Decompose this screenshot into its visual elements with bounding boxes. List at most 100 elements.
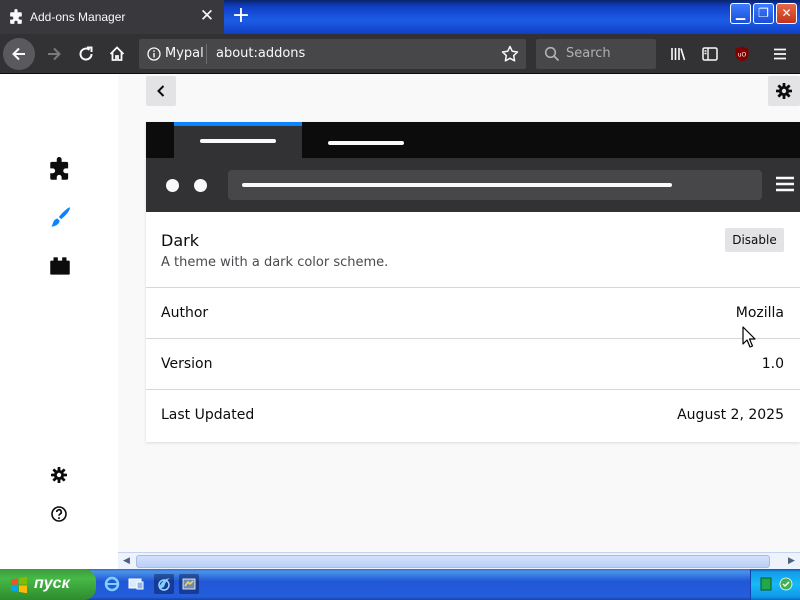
- star-icon[interactable]: [500, 44, 520, 64]
- forward-button[interactable]: [38, 38, 70, 70]
- detail-label: Last Updated: [161, 407, 255, 423]
- home-icon: [109, 46, 125, 61]
- scrollbar-thumb[interactable]: [136, 555, 770, 568]
- scroll-right-button[interactable]: ▶: [784, 554, 799, 569]
- tab-addons-manager[interactable]: Add-ons Manager ✕: [0, 0, 224, 34]
- url-bar[interactable]: Mypal about:addons: [139, 39, 526, 69]
- plus-icon: +: [231, 3, 251, 28]
- detail-row-version: Version 1.0: [146, 339, 800, 390]
- url-text[interactable]: about:addons: [216, 46, 305, 61]
- minimize-button[interactable]: ▁: [730, 3, 751, 24]
- preview-url-line: [242, 183, 672, 187]
- search-bar[interactable]: [536, 39, 656, 69]
- puzzle-icon: [50, 157, 69, 180]
- tray-network-icon[interactable]: [779, 577, 793, 591]
- library-icon: [671, 48, 686, 61]
- help-button[interactable]: [48, 503, 70, 525]
- category-plugins[interactable]: [46, 252, 74, 280]
- home-button[interactable]: [101, 38, 133, 70]
- addon-detail-view: Dark A theme with a dark color scheme. D…: [118, 74, 800, 552]
- quicklaunch-ie[interactable]: [102, 574, 122, 594]
- menu-button[interactable]: [768, 42, 792, 66]
- hamburger-icon: [776, 176, 794, 192]
- addon-description: A theme with a dark color scheme.: [161, 255, 389, 270]
- preview-tab-line: [200, 139, 276, 143]
- preview-tab-line: [328, 141, 404, 145]
- search-icon: [544, 46, 560, 62]
- puzzle-icon: [10, 9, 22, 24]
- ie-icon: [104, 576, 120, 592]
- info-icon[interactable]: [147, 47, 161, 61]
- restore-icon: ❐: [758, 6, 769, 20]
- ublock-icon: uO: [735, 46, 749, 62]
- ublock-button[interactable]: uO: [730, 42, 754, 66]
- windows-logo-icon: [11, 576, 27, 594]
- reload-button[interactable]: [70, 38, 102, 70]
- title-bar: Add-ons Manager ✕ + ▁ ❐ ✕: [0, 0, 800, 34]
- start-button[interactable]: пуск: [0, 569, 96, 600]
- detail-value[interactable]: Mozilla: [736, 305, 784, 321]
- sidebar-toggle-button[interactable]: [698, 42, 722, 66]
- mouse-cursor-icon: [742, 326, 756, 348]
- url-separator: [206, 44, 207, 64]
- app-icon: [182, 578, 196, 590]
- help-icon: [51, 506, 67, 522]
- tab-title: Add-ons Manager: [30, 10, 126, 24]
- desktop-icon: [128, 578, 144, 590]
- quicklaunch-mypal[interactable]: [154, 574, 174, 594]
- minimize-icon: ▁: [735, 6, 746, 20]
- quicklaunch-show-desktop[interactable]: [126, 574, 146, 594]
- chevron-right-icon: ▶: [788, 556, 795, 566]
- brush-icon: [51, 207, 70, 227]
- detail-value: August 2, 2025: [677, 407, 784, 423]
- nav-bar: Mypal about:addons uO: [0, 34, 800, 74]
- arrow-right-icon: [48, 47, 61, 61]
- search-input[interactable]: [566, 46, 651, 61]
- chevron-left-icon: [157, 85, 165, 97]
- detail-row-author: Author Mozilla: [146, 288, 800, 339]
- addon-header: Dark A theme with a dark color scheme. D…: [146, 212, 800, 288]
- category-themes[interactable]: [46, 203, 74, 231]
- arrow-left-icon: [12, 47, 25, 61]
- addons-options-button[interactable]: [48, 464, 70, 486]
- svg-text:uO: uO: [738, 52, 747, 59]
- hamburger-icon: [774, 48, 786, 60]
- plugin-icon: [50, 257, 70, 275]
- window-close-button[interactable]: ✕: [776, 3, 797, 24]
- browser-icon: [158, 578, 170, 591]
- theme-preview: [146, 122, 800, 212]
- library-button[interactable]: [666, 42, 690, 66]
- go-back-button[interactable]: [146, 76, 176, 106]
- identity-label[interactable]: Mypal: [165, 46, 204, 61]
- category-extensions[interactable]: [46, 156, 74, 184]
- detail-label: Version: [161, 356, 213, 372]
- system-tray: [750, 569, 800, 600]
- gear-icon: [776, 83, 792, 99]
- category-sidebar: [0, 74, 118, 552]
- addon-name: Dark: [161, 231, 199, 250]
- addon-card: Dark A theme with a dark color scheme. D…: [146, 122, 800, 442]
- detail-label: Author: [161, 305, 209, 321]
- preview-dot: [194, 179, 207, 192]
- preview-urlbar: [228, 170, 762, 200]
- gear-icon: [51, 467, 67, 483]
- tray-app-icon[interactable]: [760, 577, 772, 591]
- detail-value: 1.0: [761, 356, 784, 372]
- new-tab-button[interactable]: +: [228, 4, 254, 30]
- window-controls: ▁ ❐ ✕: [730, 3, 797, 24]
- horizontal-scrollbar[interactable]: ◀ ▶: [118, 552, 800, 569]
- disable-button[interactable]: Disable: [725, 228, 784, 252]
- tools-menu-button[interactable]: [768, 76, 800, 106]
- chevron-left-icon: ◀: [123, 556, 130, 566]
- scroll-left-button[interactable]: ◀: [119, 554, 134, 569]
- taskbar-window-mypal[interactable]: [179, 574, 199, 594]
- preview-toolbar: [146, 158, 800, 212]
- restore-button[interactable]: ❐: [753, 3, 774, 24]
- sidebar-icon: [702, 47, 718, 61]
- back-button[interactable]: [3, 38, 35, 70]
- addons-page: Dark A theme with a dark color scheme. D…: [0, 74, 800, 552]
- close-icon: ✕: [781, 6, 792, 20]
- preview-dot: [166, 179, 179, 192]
- start-label: пуск: [34, 575, 70, 592]
- close-icon[interactable]: ✕: [198, 7, 216, 25]
